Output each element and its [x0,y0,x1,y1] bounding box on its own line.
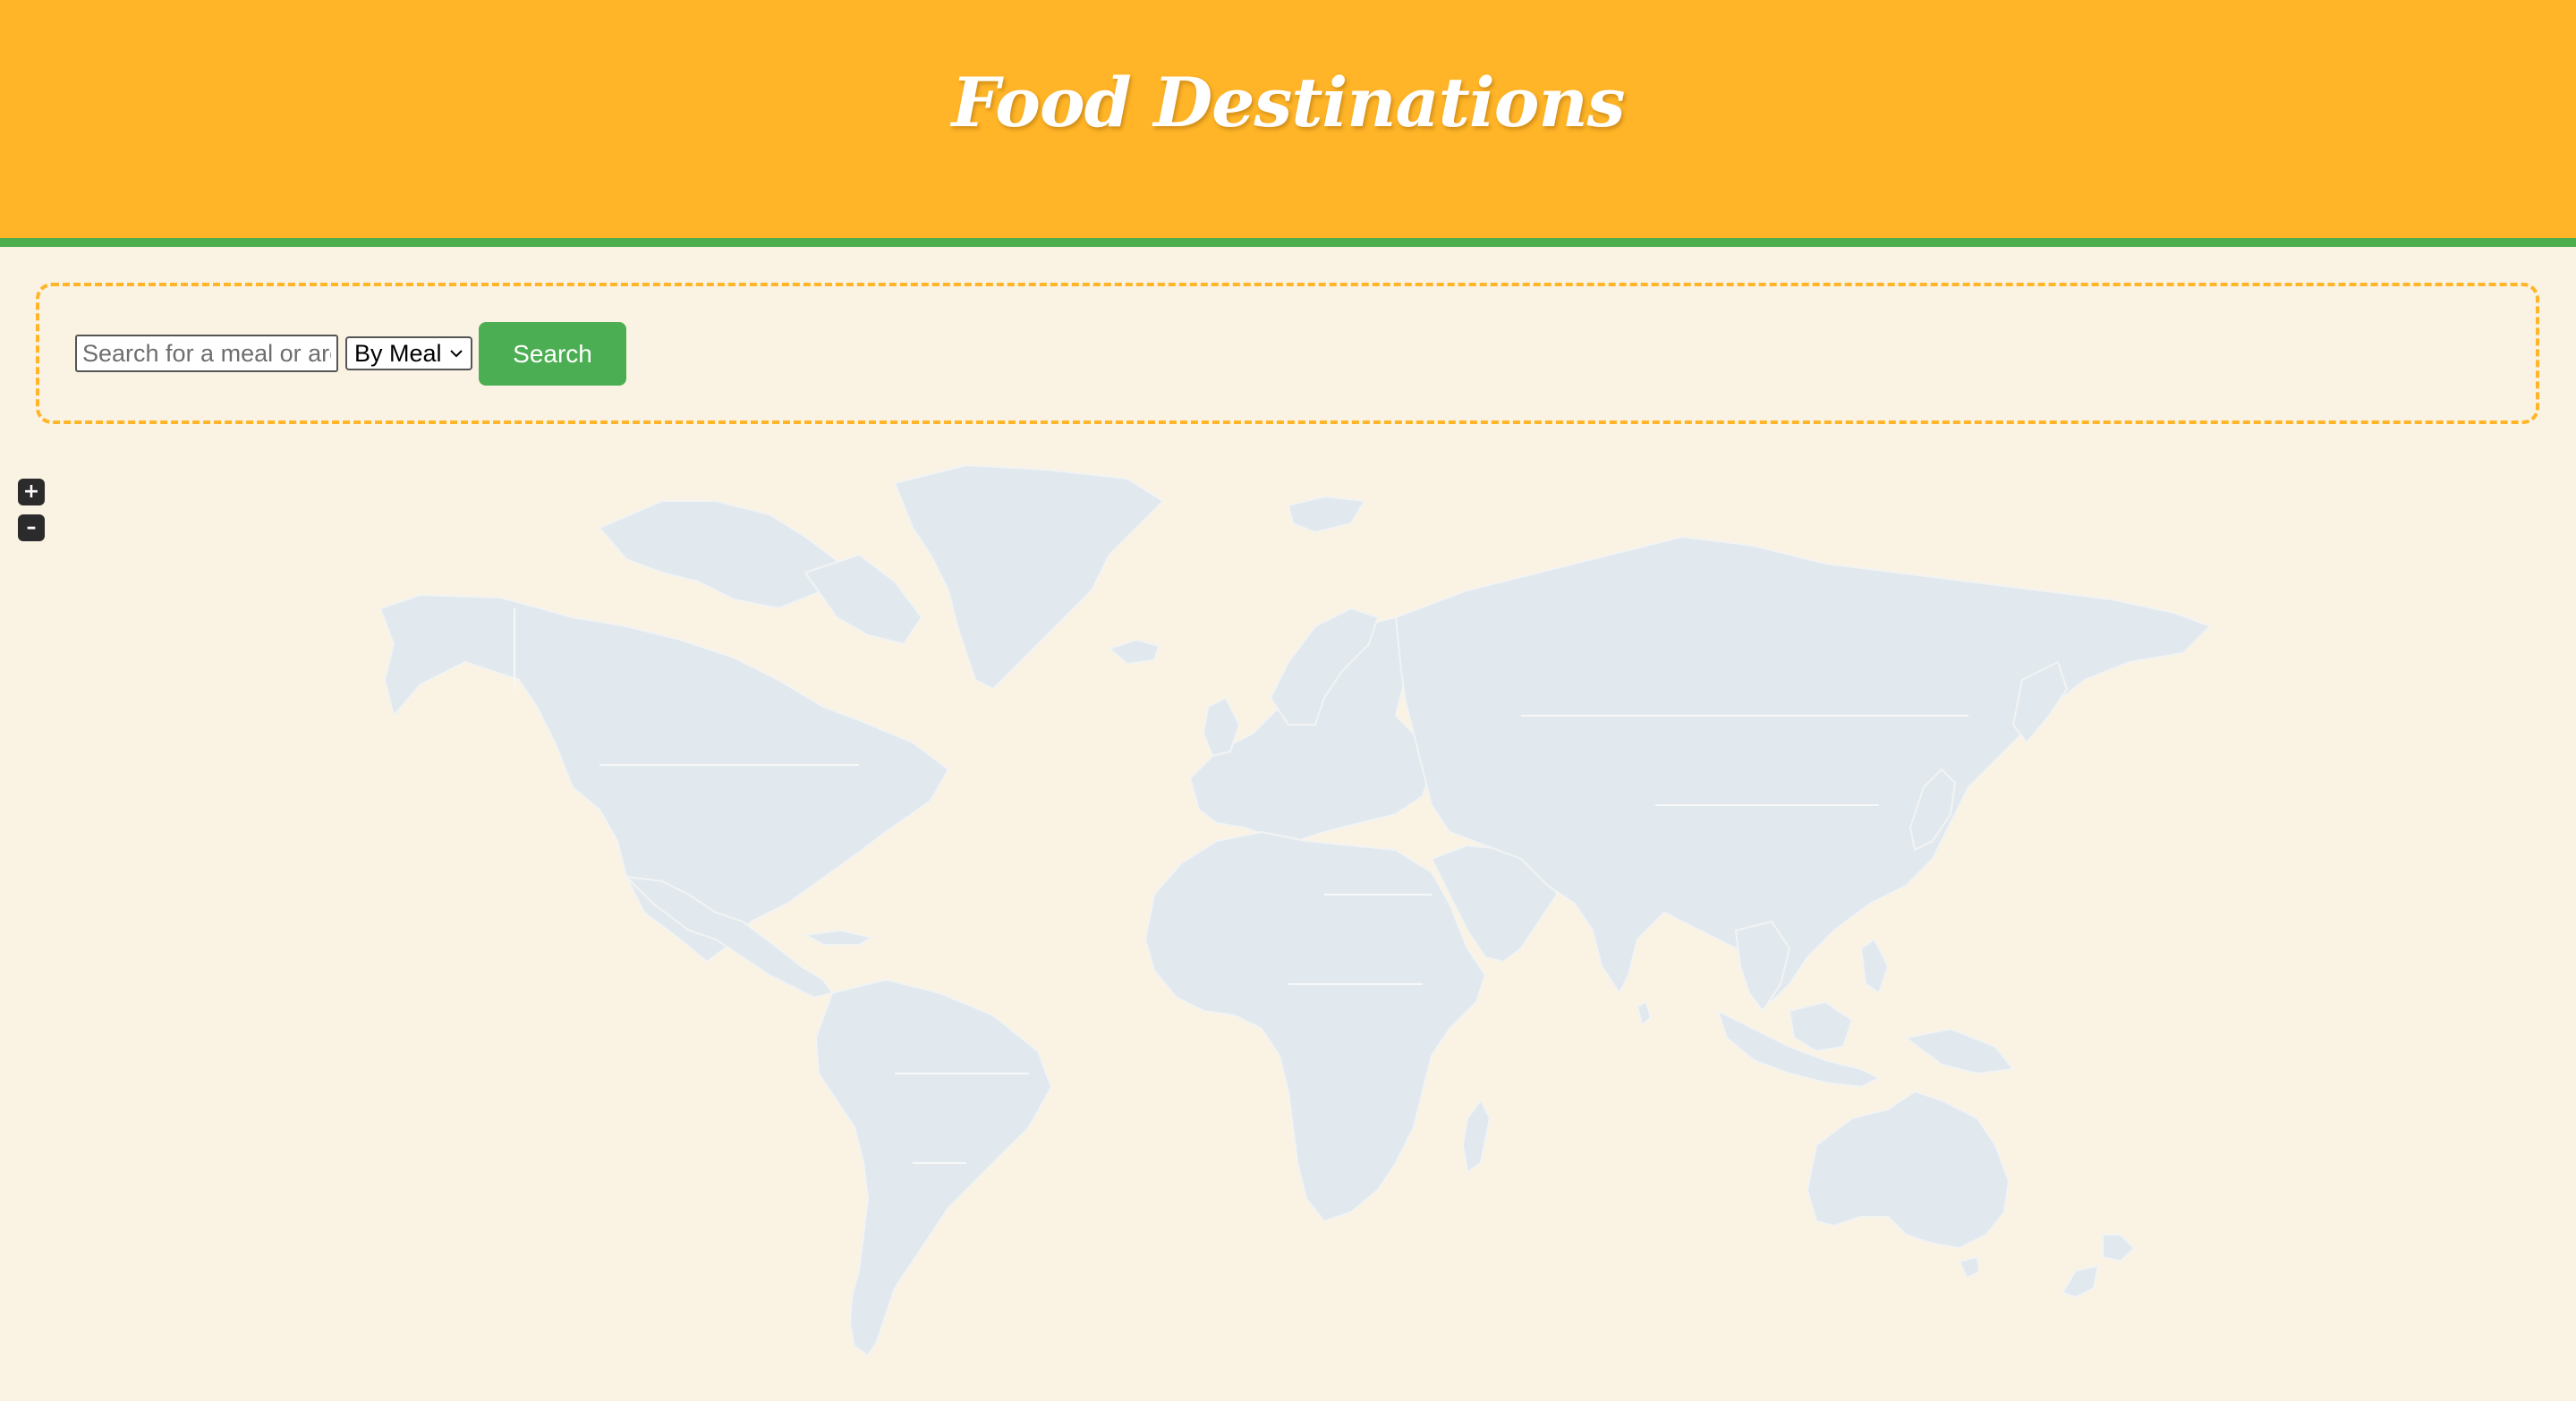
map-region-sri-lanka[interactable] [1636,1000,1653,1026]
search-mode-select[interactable]: By Meal [345,336,472,370]
map-region-southeast-asia[interactable] [1734,920,1791,1013]
world-map[interactable] [0,447,2576,1401]
search-button[interactable]: Search [479,322,626,386]
page-title: Food Destinations [951,63,1625,142]
map-region-arctic-islands[interactable] [598,500,843,610]
map-region-new-zealand[interactable] [2061,1234,2136,1299]
map-region-australia[interactable] [1806,1090,2011,1250]
map-region-new-guinea[interactable] [1903,1027,2015,1075]
map-region-south-america[interactable] [814,978,1053,1357]
page-header: Food Destinations [0,0,2576,247]
map-region-svalbard[interactable] [1287,495,1366,534]
map-region-madagascar[interactable] [1461,1099,1492,1174]
map-region-baffin-island[interactable] [803,553,923,646]
map-region-borneo[interactable] [1788,1000,1854,1053]
map-region-philippines[interactable] [1859,938,1890,995]
map-region-caribbean[interactable] [802,929,875,946]
chevron-down-icon [450,350,463,358]
map-region-tasmania[interactable] [1958,1255,1981,1279]
search-input[interactable] [75,335,338,372]
map-region-iceland[interactable] [1108,638,1160,666]
map-region-africa[interactable] [1143,830,1487,1223]
search-mode-selected-value: By Meal [354,339,442,367]
